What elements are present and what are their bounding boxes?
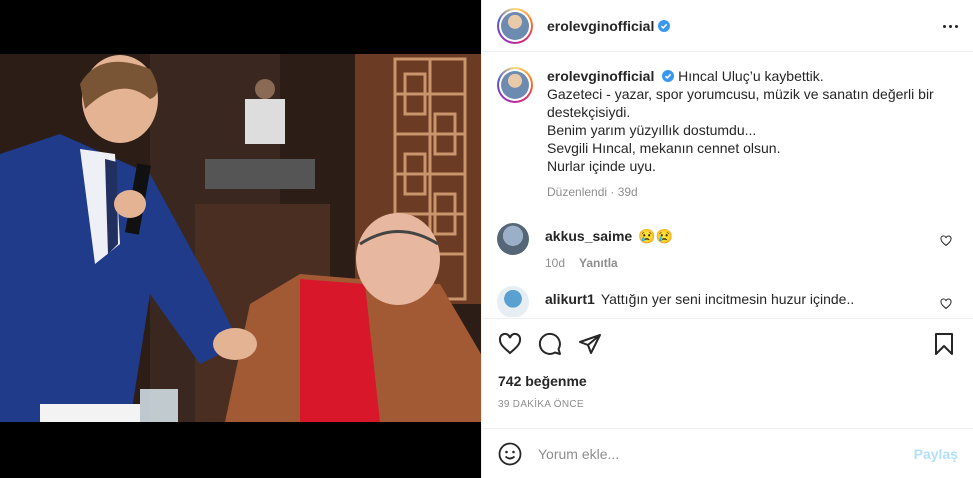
save-icon[interactable] xyxy=(932,332,956,356)
comment-username[interactable]: alikurt1 xyxy=(545,291,595,307)
heart-icon[interactable] xyxy=(940,298,952,310)
post-header: erolevginofficial xyxy=(482,0,973,52)
like-count[interactable]: 742 beğenme xyxy=(498,373,587,389)
caption-line: Sevgili Hıncal, mekanın cennet olsun. xyxy=(547,140,781,156)
post-photo[interactable] xyxy=(0,54,481,422)
share-icon[interactable] xyxy=(578,332,602,356)
comment-item: akkus_saime 😢😢 10d Yanıtla xyxy=(497,223,958,272)
avatar[interactable] xyxy=(497,286,529,317)
comment-text: Yattığın yer seni incitmesin huzur içind… xyxy=(600,291,855,307)
more-options-button[interactable] xyxy=(938,14,962,38)
caption-avatar[interactable] xyxy=(497,67,533,103)
more-icon xyxy=(942,24,946,28)
avatar[interactable] xyxy=(497,223,529,255)
caption-username[interactable]: erolevginofficial xyxy=(547,68,654,84)
emoji-icon[interactable] xyxy=(498,442,522,466)
caption: erolevginofficial Hıncal Uluç’u kaybetti… xyxy=(497,67,958,201)
comment-composer: Paylaş xyxy=(482,428,973,478)
heart-icon[interactable] xyxy=(940,235,952,247)
caption-line: Hıncal Uluç’u kaybettik. xyxy=(678,68,824,84)
action-bar xyxy=(482,318,973,368)
post-comment-button[interactable]: Paylaş xyxy=(914,446,958,462)
verified-icon xyxy=(658,19,671,32)
reply-button[interactable]: Yanıtla xyxy=(579,256,618,270)
comments-list[interactable]: erolevginofficial Hıncal Uluç’u kaybetti… xyxy=(482,53,973,317)
author-username[interactable]: erolevginofficial xyxy=(547,18,654,34)
photo-illustration xyxy=(0,54,481,422)
author-avatar[interactable] xyxy=(497,7,533,44)
comment-input[interactable] xyxy=(538,445,914,462)
post-timestamp[interactable]: 39 DAKİKA ÖNCE xyxy=(498,399,584,410)
comment-age: 10d xyxy=(545,256,566,270)
comment-username[interactable]: akkus_saime xyxy=(545,228,632,244)
comment-text: 😢😢 xyxy=(638,228,674,244)
comment-icon[interactable] xyxy=(538,332,562,356)
avatar xyxy=(501,11,529,40)
heart-icon[interactable] xyxy=(498,332,522,356)
caption-line: Nurlar içinde uyu. xyxy=(547,158,656,174)
caption-line: Gazeteci - yazar, spor yorumcusu, müzik … xyxy=(547,86,934,120)
post-panel: erolevginofficial erolevginofficial Hınc… xyxy=(481,0,973,478)
verified-icon xyxy=(662,70,675,82)
caption-line: Benim yarım yüzyıllık dostumdu... xyxy=(547,122,757,138)
comment-item: alikurt1 Yattığın yer seni incitmesin huz… xyxy=(497,286,958,317)
caption-meta: Düzenlendi · 39d xyxy=(547,185,638,199)
media-area xyxy=(0,0,481,478)
